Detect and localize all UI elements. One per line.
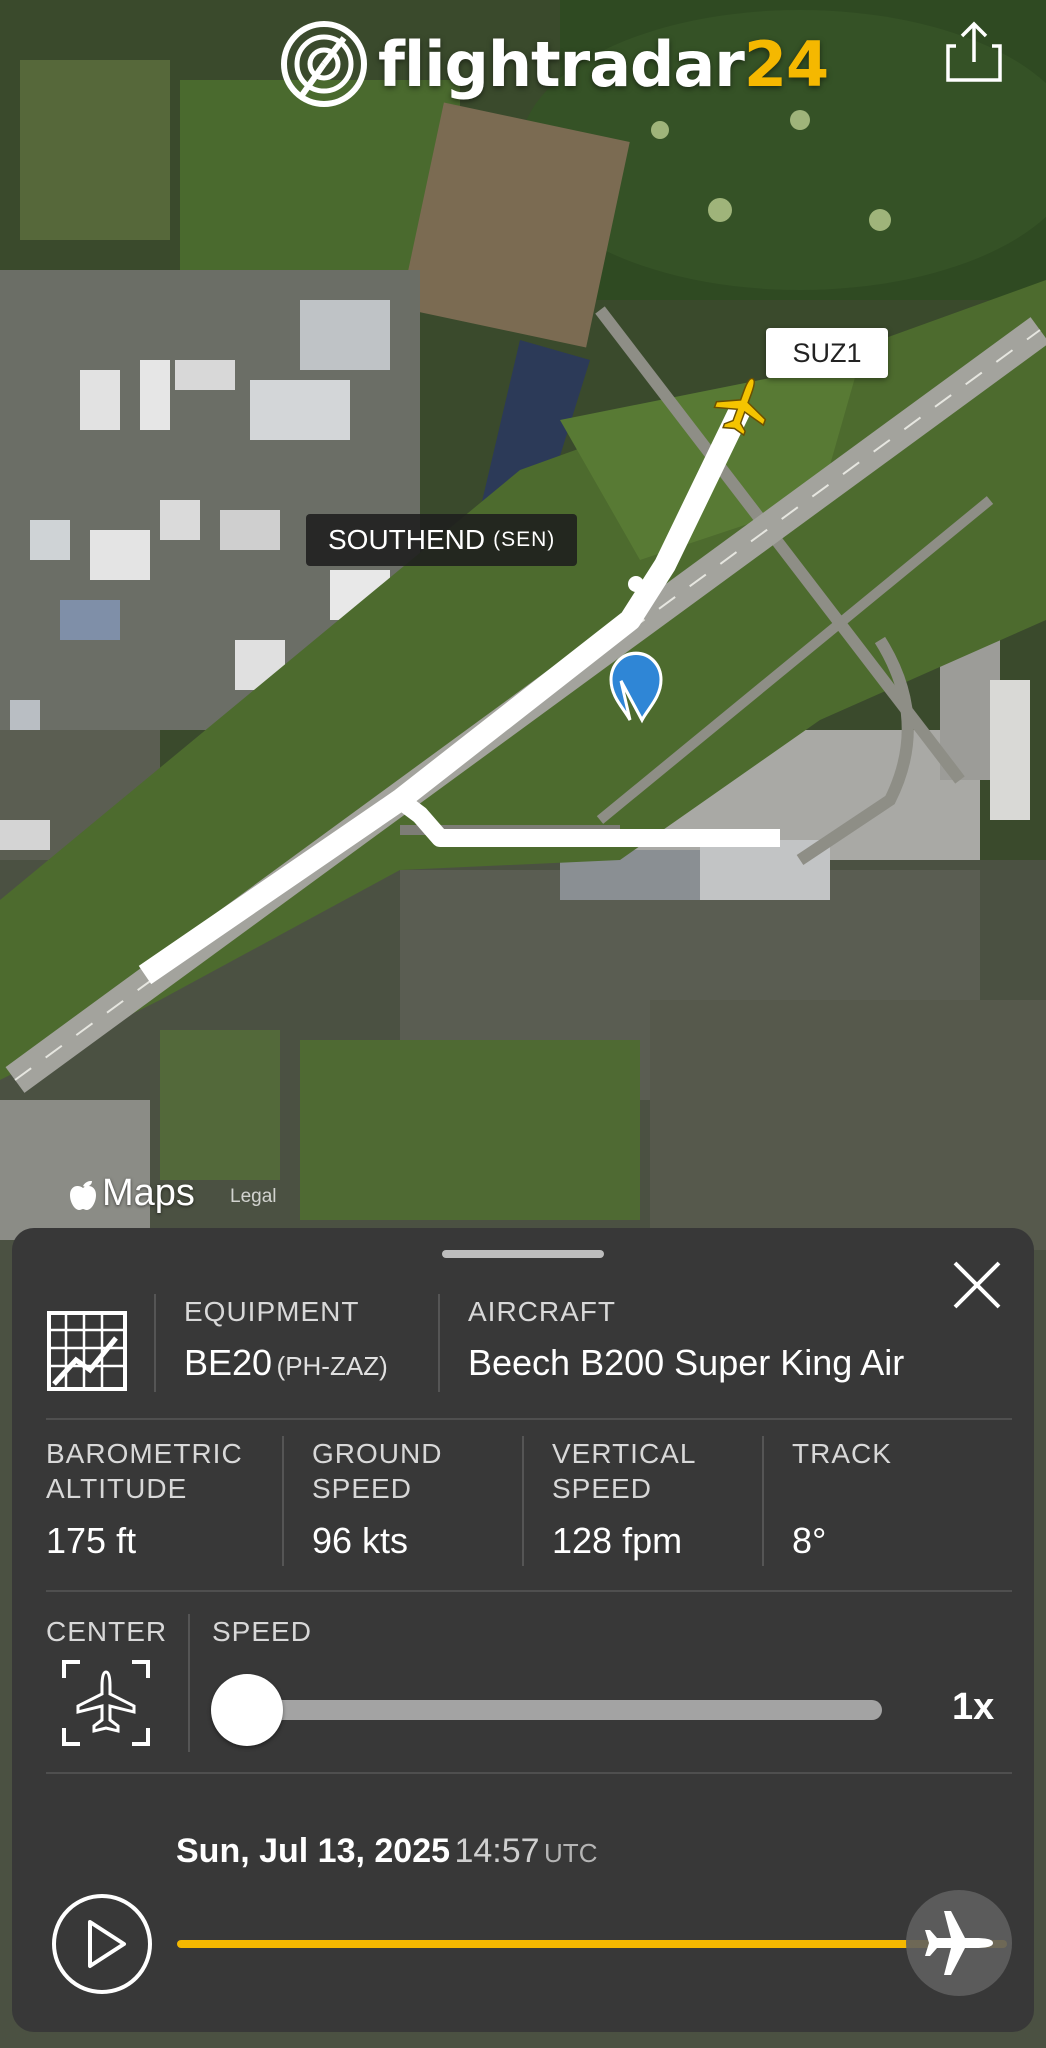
stat-vertical-speed: VERTICAL SPEED 128 fpm	[552, 1438, 697, 1561]
aircraft-value: Beech B200 Super King Air	[468, 1342, 905, 1383]
airport-label[interactable]: SOUTHEND (SEN)	[306, 514, 578, 566]
divider	[46, 1418, 1012, 1420]
divider	[154, 1294, 156, 1392]
share-icon[interactable]	[944, 18, 1004, 84]
flight-callsign-label[interactable]: SUZ1	[766, 328, 888, 378]
stat-barometric-altitude: BAROMETRIC ALTITUDE 175 ft	[46, 1438, 243, 1561]
speed-label: SPEED	[212, 1616, 312, 1647]
logo-wordmark: flightradar24	[378, 27, 829, 101]
divider	[522, 1436, 524, 1566]
apple-maps-brand: Maps	[68, 1172, 195, 1215]
airport-code: (SEN)	[493, 528, 556, 551]
radar-logo-icon	[281, 21, 367, 107]
drag-handle[interactable]	[442, 1250, 604, 1258]
divider	[762, 1436, 764, 1566]
divider	[188, 1614, 190, 1752]
playback-timeline[interactable]	[177, 1940, 1007, 1948]
divider	[438, 1294, 440, 1392]
flightradar24-logo: flightradar24	[280, 20, 829, 108]
center-label: CENTER	[46, 1616, 168, 1647]
airplane-icon	[925, 1911, 993, 1975]
playback-date: Sun, Jul 13, 2025	[176, 1832, 451, 1870]
center-on-plane-icon[interactable]	[62, 1660, 150, 1746]
play-icon[interactable]	[50, 1892, 154, 1996]
equipment-type: BE20	[184, 1342, 273, 1383]
stat-ground-speed: GROUND SPEED 96 kts	[312, 1438, 443, 1561]
divider	[46, 1590, 1012, 1592]
timeline-thumb[interactable]	[906, 1890, 1012, 1996]
divider	[282, 1436, 284, 1566]
close-icon[interactable]	[950, 1258, 1004, 1312]
divider	[46, 1772, 1012, 1774]
equipment-label: EQUIPMENT	[184, 1296, 360, 1327]
stat-track: TRACK 8°	[792, 1438, 892, 1561]
flight-info-panel: EQUIPMENT BE20 (PH-ZAZ) AIRCRAFT Beech B…	[12, 1228, 1034, 2032]
playback-time: 14:57	[454, 1832, 540, 1870]
speed-multiplier: 1x	[952, 1686, 995, 1728]
speed-slider-track[interactable]	[248, 1700, 882, 1720]
equipment-value: BE20 (PH-ZAZ)	[184, 1342, 388, 1384]
playback-datetime: Sun, Jul 13, 2025 14:57 UTC	[176, 1832, 597, 1871]
airport-name: SOUTHEND	[328, 524, 486, 555]
aircraft-label: AIRCRAFT	[468, 1296, 616, 1327]
speed-slider-knob[interactable]	[211, 1674, 283, 1746]
legal-link[interactable]: Legal	[230, 1186, 277, 1208]
playback-timezone: UTC	[544, 1838, 598, 1868]
apple-logo-icon	[70, 1180, 96, 1210]
blueprint-icon	[47, 1311, 127, 1391]
equipment-registration: (PH-ZAZ)	[276, 1351, 388, 1381]
